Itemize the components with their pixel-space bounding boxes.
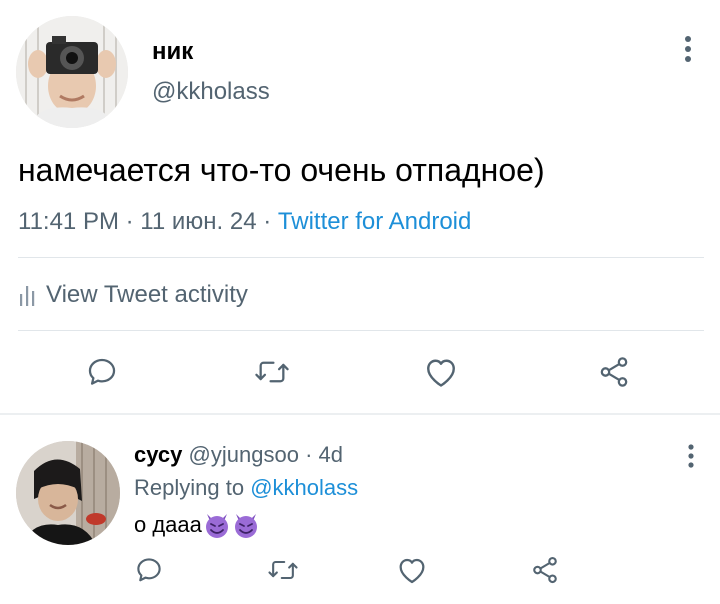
reply-text-content: о дааа: [134, 512, 202, 537]
avatar[interactable]: [16, 16, 128, 128]
meta-separator: ·: [125, 208, 141, 235]
like-icon: [399, 558, 425, 584]
reply-header: сусу @yjungsoo · 4d: [134, 442, 343, 468]
main-tweet: ник @kkholass намечается что-то очень от…: [0, 0, 720, 414]
reply-button[interactable]: [82, 352, 122, 392]
share-icon: [600, 357, 628, 387]
author-name[interactable]: ник: [152, 38, 193, 66]
more-options-button[interactable]: [678, 34, 698, 64]
bar-chart-icon: [20, 286, 35, 306]
reply-text: о дааа: [134, 511, 260, 539]
reply-tweet[interactable]: сусу @yjungsoo · 4d Replying to @kkholas…: [0, 415, 720, 604]
reply-author-handle[interactable]: @yjungsoo: [189, 442, 299, 467]
replying-to: Replying to @kkholass: [134, 475, 358, 501]
reply-more-options-button[interactable]: [682, 443, 700, 469]
reply-like-button[interactable]: [395, 553, 429, 587]
more-vertical-icon: [685, 36, 691, 62]
reply-retweet-button[interactable]: [266, 553, 300, 587]
tweet-time: 11:41 PM: [18, 208, 119, 235]
reply-icon: [137, 558, 161, 582]
meta-separator: ·: [263, 208, 278, 235]
view-activity-link[interactable]: View Tweet activity: [18, 270, 248, 320]
divider: [18, 330, 704, 331]
activity-label: View Tweet activity: [46, 281, 248, 308]
more-vertical-icon: [688, 444, 694, 468]
tweet-date: 11 июн. 24: [140, 208, 257, 235]
share-button[interactable]: [594, 352, 634, 392]
meta-separator: ·: [305, 442, 313, 467]
reply-author-name[interactable]: сусу: [134, 442, 182, 467]
reply-share-button[interactable]: [528, 553, 562, 587]
replying-prefix: Replying to: [134, 475, 245, 500]
reply-time: 4d: [318, 442, 343, 467]
smiling-imp-emoji: [205, 514, 228, 538]
retweet-icon: [255, 361, 289, 383]
like-button[interactable]: [421, 352, 461, 392]
reply-icon: [88, 358, 116, 385]
avatar[interactable]: [16, 441, 120, 545]
replying-mention[interactable]: @kkholass: [250, 475, 358, 500]
retweet-icon: [268, 560, 298, 580]
like-icon: [427, 359, 455, 387]
tweet-source[interactable]: Twitter for Android: [278, 208, 471, 235]
tweet-text: намечается что-то очень отпадное): [18, 152, 545, 188]
smiling-imp-emoji: [234, 514, 257, 538]
divider: [18, 257, 704, 258]
author-handle[interactable]: @kkholass: [152, 78, 270, 106]
reply-reply-button[interactable]: [132, 553, 166, 587]
tweet-meta: 11:41 PM · 11 июн. 24 · Twitter for Andr…: [18, 208, 471, 236]
share-icon: [533, 556, 557, 584]
retweet-button[interactable]: [252, 352, 292, 392]
